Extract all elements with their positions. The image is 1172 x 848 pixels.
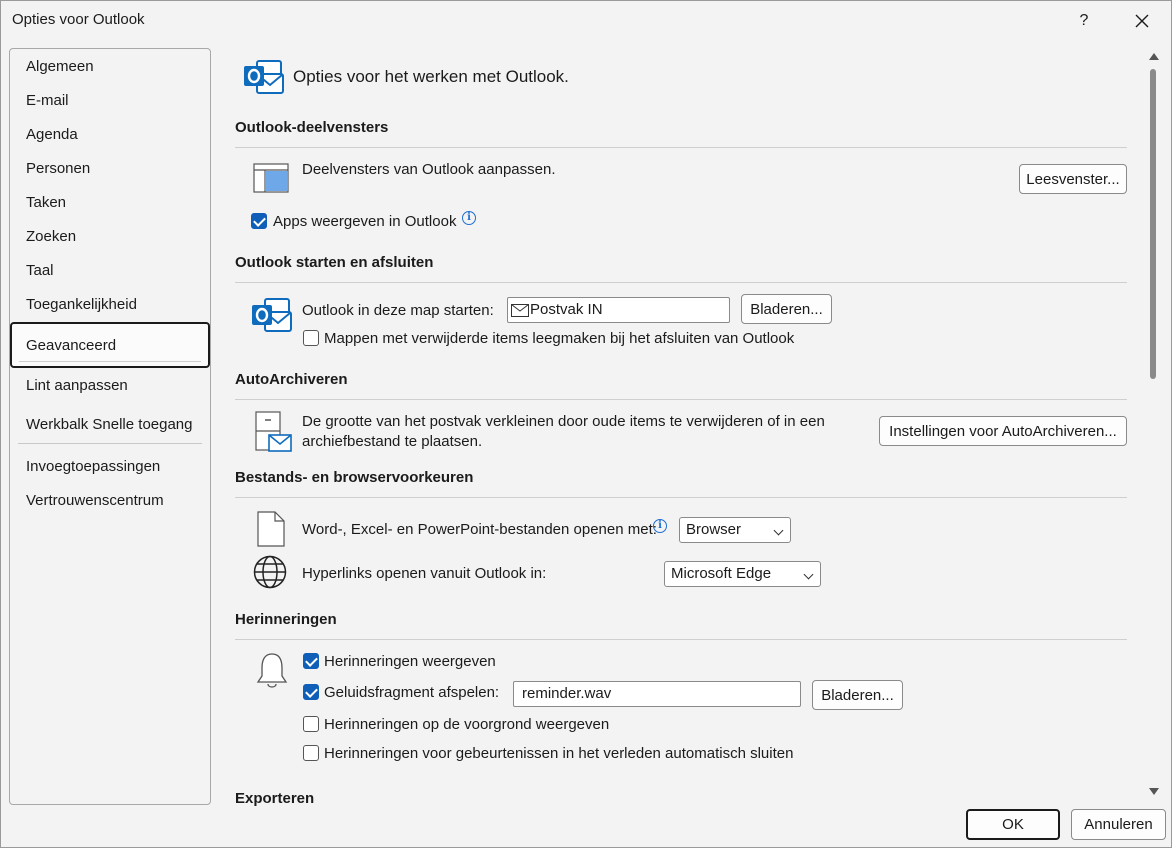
page-title: Opties voor het werken met Outlook. — [293, 67, 569, 86]
section-divider — [235, 282, 1127, 283]
autoarchive-description-2: archiefbestand te plaatsen. — [302, 433, 483, 450]
show-reminders-checkbox[interactable] — [303, 653, 319, 669]
empty-deleted-label: Mappen met verwijderde items leegmaken b… — [324, 330, 795, 347]
scroll-up-arrow-icon[interactable] — [1149, 53, 1159, 60]
sidebar-item-toegankelijkheid[interactable]: Toegankelijkheid — [26, 293, 137, 317]
start-folder-label: Outlook in deze map starten: — [302, 302, 494, 319]
hyperlinks-select[interactable]: Microsoft Edge — [664, 561, 821, 587]
sidebar-divider — [18, 443, 202, 444]
show-reminders-label: Herinneringen weergeven — [324, 653, 496, 670]
chevron-down-icon — [803, 569, 814, 580]
panes-description: Deelvensters van Outlook aanpassen. — [302, 161, 556, 178]
browse-sound-button[interactable]: Bladeren... — [812, 680, 903, 710]
ok-button[interactable]: OK — [966, 809, 1060, 840]
play-sound-label: Geluidsfragment afspelen: — [324, 684, 500, 701]
archive-icon — [255, 411, 292, 452]
sidebar-item-werkbalk[interactable]: Werkbalk Snelle toegang — [26, 413, 193, 437]
globe-icon — [253, 555, 287, 589]
section-title-autoarchive: AutoArchiveren — [235, 371, 348, 388]
scrollbar[interactable] — [1145, 49, 1163, 801]
autoarchive-description-1: De grootte van het postvak verkleinen do… — [302, 413, 825, 430]
autoclose-label: Herinneringen voor gebeurtenissen in het… — [324, 745, 794, 762]
selection-underline — [19, 361, 201, 362]
open-files-value: Browser — [686, 521, 742, 538]
options-dialog: Opties voor Outlook ? Algemeen E-mail Ag… — [0, 0, 1172, 848]
apps-checkbox[interactable] — [251, 213, 267, 229]
autoclose-checkbox[interactable] — [303, 745, 319, 761]
section-divider — [235, 497, 1127, 498]
document-icon — [257, 511, 285, 547]
reading-pane-button[interactable]: Leesvenster... — [1019, 164, 1127, 194]
sidebar-item-invoegtoepassingen[interactable]: Invoegtoepassingen — [26, 455, 160, 479]
outlook-options-icon — [244, 60, 284, 94]
section-title-panes: Outlook-deelvensters — [235, 119, 389, 136]
mail-icon — [511, 304, 529, 317]
close-button[interactable] — [1119, 3, 1165, 39]
section-divider — [235, 639, 1127, 640]
info-icon[interactable]: i — [653, 519, 667, 533]
scroll-down-arrow-icon[interactable] — [1149, 788, 1159, 795]
sidebar-item-geavanceerd[interactable]: Geavanceerd — [10, 322, 210, 368]
sidebar-item-agenda[interactable]: Agenda — [26, 123, 78, 147]
foreground-checkbox[interactable] — [303, 716, 319, 732]
reading-pane-icon — [253, 163, 289, 193]
open-files-select[interactable]: Browser — [679, 517, 791, 543]
bell-icon — [256, 653, 288, 688]
outlook-icon — [252, 298, 292, 332]
browse-folder-button[interactable]: Bladeren... — [741, 294, 832, 324]
page-header: Opties voor het werken met Outlook. — [243, 57, 569, 97]
autoarchive-settings-button[interactable]: Instellingen voor AutoArchiveren... — [879, 416, 1127, 446]
play-sound-checkbox[interactable] — [303, 684, 319, 700]
sidebar: Algemeen E-mail Agenda Personen Taken Zo… — [9, 48, 211, 805]
start-folder-value: Postvak IN — [530, 301, 603, 318]
scroll-thumb[interactable] — [1150, 69, 1156, 379]
sidebar-item-taken[interactable]: Taken — [26, 191, 66, 215]
section-title-reminders: Herinneringen — [235, 611, 337, 628]
open-files-label: Word-, Excel- en PowerPoint-bestanden op… — [302, 521, 657, 538]
sidebar-item-email[interactable]: E-mail — [26, 89, 69, 113]
sidebar-item-label: Geavanceerd — [26, 337, 117, 354]
title-bar: Opties voor Outlook ? — [1, 1, 1171, 41]
options-content: Opties voor het werken met Outlook. Outl… — [223, 45, 1145, 807]
sidebar-item-lint-aanpassen[interactable]: Lint aanpassen — [26, 374, 128, 398]
help-button[interactable]: ? — [1061, 3, 1107, 39]
sidebar-item-zoeken[interactable]: Zoeken — [26, 225, 76, 249]
section-divider — [235, 147, 1127, 148]
info-icon[interactable]: i — [462, 211, 476, 225]
sidebar-item-vertrouwenscentrum[interactable]: Vertrouwenscentrum — [26, 489, 164, 513]
chevron-down-icon — [773, 525, 784, 536]
hyperlinks-label: Hyperlinks openen vanuit Outlook in: — [302, 565, 547, 582]
close-icon — [1135, 14, 1149, 28]
section-divider — [235, 399, 1127, 400]
start-folder-field[interactable]: Postvak IN — [507, 297, 730, 323]
window-title: Opties voor Outlook — [12, 11, 145, 28]
foreground-label: Herinneringen op de voorgrond weergeven — [324, 716, 610, 733]
sidebar-item-taal[interactable]: Taal — [26, 259, 54, 283]
sidebar-item-algemeen[interactable]: Algemeen — [26, 55, 94, 79]
section-title-start: Outlook starten en afsluiten — [235, 254, 434, 271]
apps-checkbox-label: Apps weergeven in Outlook — [273, 213, 457, 230]
section-title-export: Exporteren — [235, 790, 315, 807]
sound-file-field[interactable]: reminder.wav — [513, 681, 801, 707]
section-title-files: Bestands- en browservoorkeuren — [235, 469, 474, 486]
sidebar-item-personen[interactable]: Personen — [26, 157, 90, 181]
empty-deleted-checkbox[interactable] — [303, 330, 319, 346]
hyperlinks-value: Microsoft Edge — [671, 565, 772, 582]
cancel-button[interactable]: Annuleren — [1071, 809, 1166, 840]
